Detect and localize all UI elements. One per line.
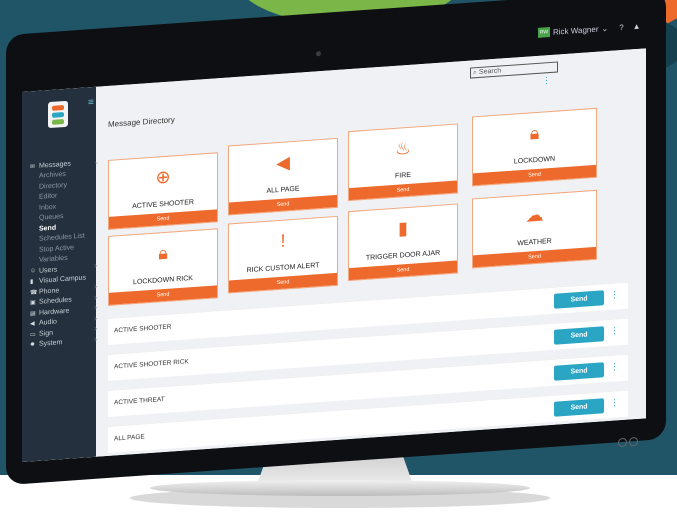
app-logo [48,100,68,129]
more-options-icon[interactable]: ⋮ [610,289,619,301]
app-screen: ≡ ✉ Messages ⌄ Archives Directory Editor I… [22,48,646,462]
send-button[interactable]: Send [554,326,604,345]
chevron-down-icon: ⌄ [94,159,100,166]
camera-icon [316,51,321,57]
door-icon: ▮ [398,217,408,239]
chevron-right-icon: > [94,337,98,344]
speaker-icon: ◀ [30,321,35,328]
chevron-right-icon: > [94,326,98,334]
megaphone-icon: ◀ [276,152,290,174]
message-card-all-page[interactable]: ◀ ALL PAGE Send [228,137,338,216]
chevron-right-icon: > [94,295,98,302]
bell-icon[interactable]: ▲ [633,21,641,31]
calendar-icon: ▣ [30,300,36,307]
chevron-right-icon: > [94,284,98,292]
chevron-down-icon: ⌄ [601,23,609,33]
avatar: RW [538,27,550,38]
more-options-icon[interactable]: ⋮ [542,75,551,87]
chevron-right-icon: > [94,316,98,323]
more-options-icon[interactable]: ⋮ [610,361,619,373]
monitor-icon: ▭ [30,331,36,339]
message-card-lockdown-rick[interactable]: 🔒︎ LOCKDOWN RICK Send [108,228,218,306]
more-options-icon[interactable]: ⋮ [610,397,619,409]
user-icon: ☺ [30,268,37,275]
more-options-icon[interactable]: ⋮ [610,325,619,337]
send-button[interactable]: Send [554,290,604,309]
map-icon: ▮ [30,279,34,286]
menu-icon[interactable]: ≡ [88,97,94,108]
lock-icon: 🔒︎ [529,122,540,144]
hardware-icon: ▤ [30,310,36,318]
fire-icon: ♨ [394,137,412,159]
chevron-right-icon: > [94,305,98,313]
message-card-fire[interactable]: ♨ FIRE Send [348,123,458,202]
user-name: Rick Wagner [553,24,599,37]
message-card-lockdown[interactable]: 🔒︎ LOCKDOWN Send [472,107,597,187]
sidebar-nav: ✉ Messages ⌄ Archives Directory Editor Inb… [30,157,100,351]
message-card-weather[interactable]: ☁ WEATHER Send [472,189,597,269]
user-menu[interactable]: RW Rick Wagner ⌄ ? ▲ [538,21,641,38]
sidebar: ≡ ✉ Messages ⌄ Archives Directory Editor I… [22,86,99,462]
message-card-rick-custom-alert[interactable]: ! RICK CUSTOM ALERT Send [228,215,338,294]
exclamation-icon: ! [280,230,286,251]
lock-icon: 🔒︎ [158,242,168,264]
message-card-active-shooter[interactable]: ⊕ ACTIVE SHOOTER Send [108,152,218,230]
monitor-bezel: ≡ ✉ Messages ⌄ Archives Directory Editor I… [6,0,666,486]
envelope-icon: ✉ [30,163,36,171]
send-button[interactable]: Send [554,362,604,381]
help-icon[interactable]: ? [619,22,623,31]
gear-icon: ✹ [30,342,36,349]
chevron-right-icon: > [94,263,98,271]
send-button[interactable]: Send [554,398,604,417]
monitor-base [150,480,530,496]
crosshair-icon: ⊕ [155,166,171,188]
phone-icon: ☎ [30,289,38,297]
message-card-trigger-door-ajar[interactable]: ▮ TRIGGER DOOR AJAR Send [348,203,458,282]
search-icon: ⌕ [473,68,477,76]
cloud-icon: ☁ [525,204,544,226]
